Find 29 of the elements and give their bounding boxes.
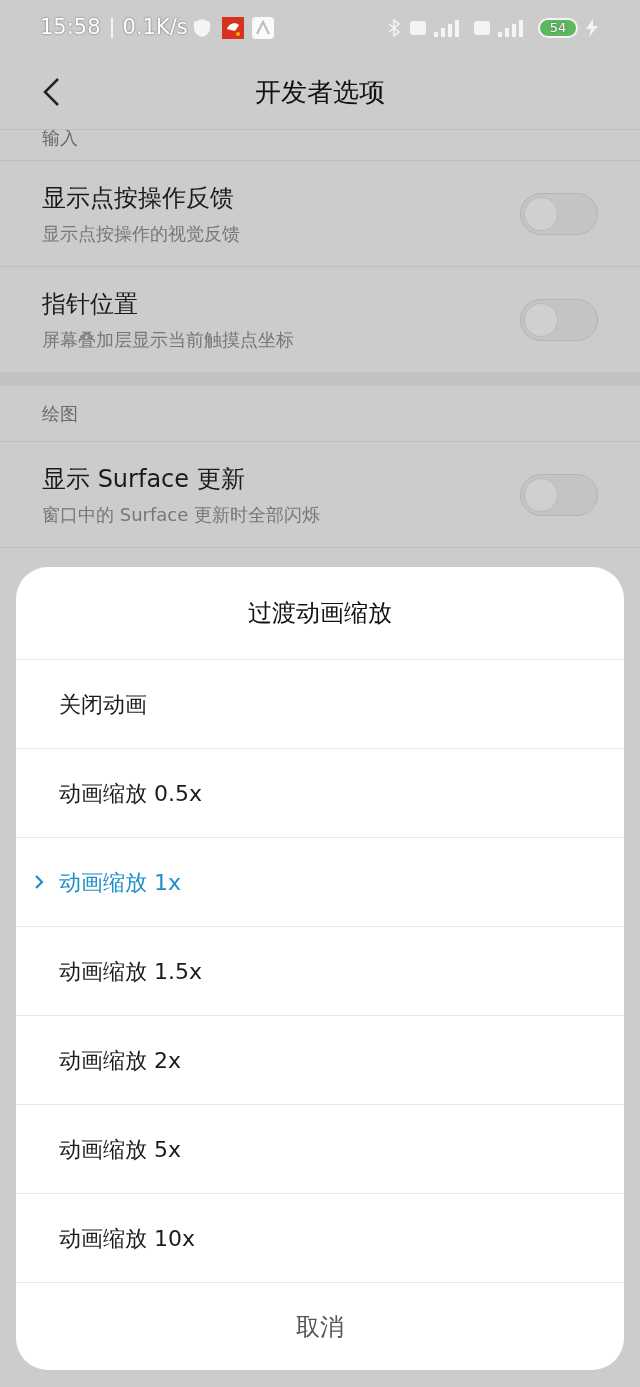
dialog-title: 过渡动画缩放 bbox=[248, 598, 392, 629]
back-icon[interactable] bbox=[42, 77, 60, 107]
section-header: 绘图 bbox=[42, 402, 78, 426]
bluetooth-icon bbox=[388, 18, 400, 37]
option-item[interactable]: 动画缩放 1x bbox=[16, 838, 624, 927]
setting-title: 显示点按操作反馈 bbox=[42, 183, 235, 214]
page-title: 开发者选项 bbox=[255, 75, 385, 109]
option-item[interactable]: 动画缩放 2x bbox=[16, 1016, 624, 1105]
chevron-icon bbox=[34, 874, 44, 890]
battery-indicator: 54 bbox=[538, 17, 578, 38]
option-item[interactable]: 动画缩放 0.5x bbox=[16, 749, 624, 838]
charging-icon bbox=[584, 18, 600, 37]
setting-title: 显示 Surface 更新 bbox=[42, 464, 246, 495]
setting-description: 窗口中的 Surface 更新时全部闪烁 bbox=[42, 503, 321, 527]
option-item[interactable]: 动画缩放 5x bbox=[16, 1105, 624, 1194]
option-item[interactable]: 动画缩放 10x bbox=[16, 1194, 624, 1283]
setting-title: 指针位置 bbox=[42, 289, 139, 320]
shield-icon bbox=[193, 18, 210, 37]
section-header: 输入 bbox=[42, 130, 78, 146]
toggle-switch[interactable] bbox=[520, 473, 598, 516]
app-notification-icon bbox=[251, 16, 274, 39]
setting-description: 显示点按操作的视觉反馈 bbox=[42, 222, 241, 246]
option-item[interactable]: 动画缩放 1.5x bbox=[16, 927, 624, 1016]
setting-description: 屏幕叠加层显示当前触摸点坐标 bbox=[42, 328, 295, 352]
app-notification-icon bbox=[221, 16, 244, 39]
toggle-switch[interactable] bbox=[520, 192, 598, 235]
option-item[interactable]: 关闭动画 bbox=[16, 660, 624, 749]
cancel-button[interactable]: 取消 bbox=[16, 1283, 624, 1370]
toggle-switch[interactable] bbox=[520, 298, 598, 341]
